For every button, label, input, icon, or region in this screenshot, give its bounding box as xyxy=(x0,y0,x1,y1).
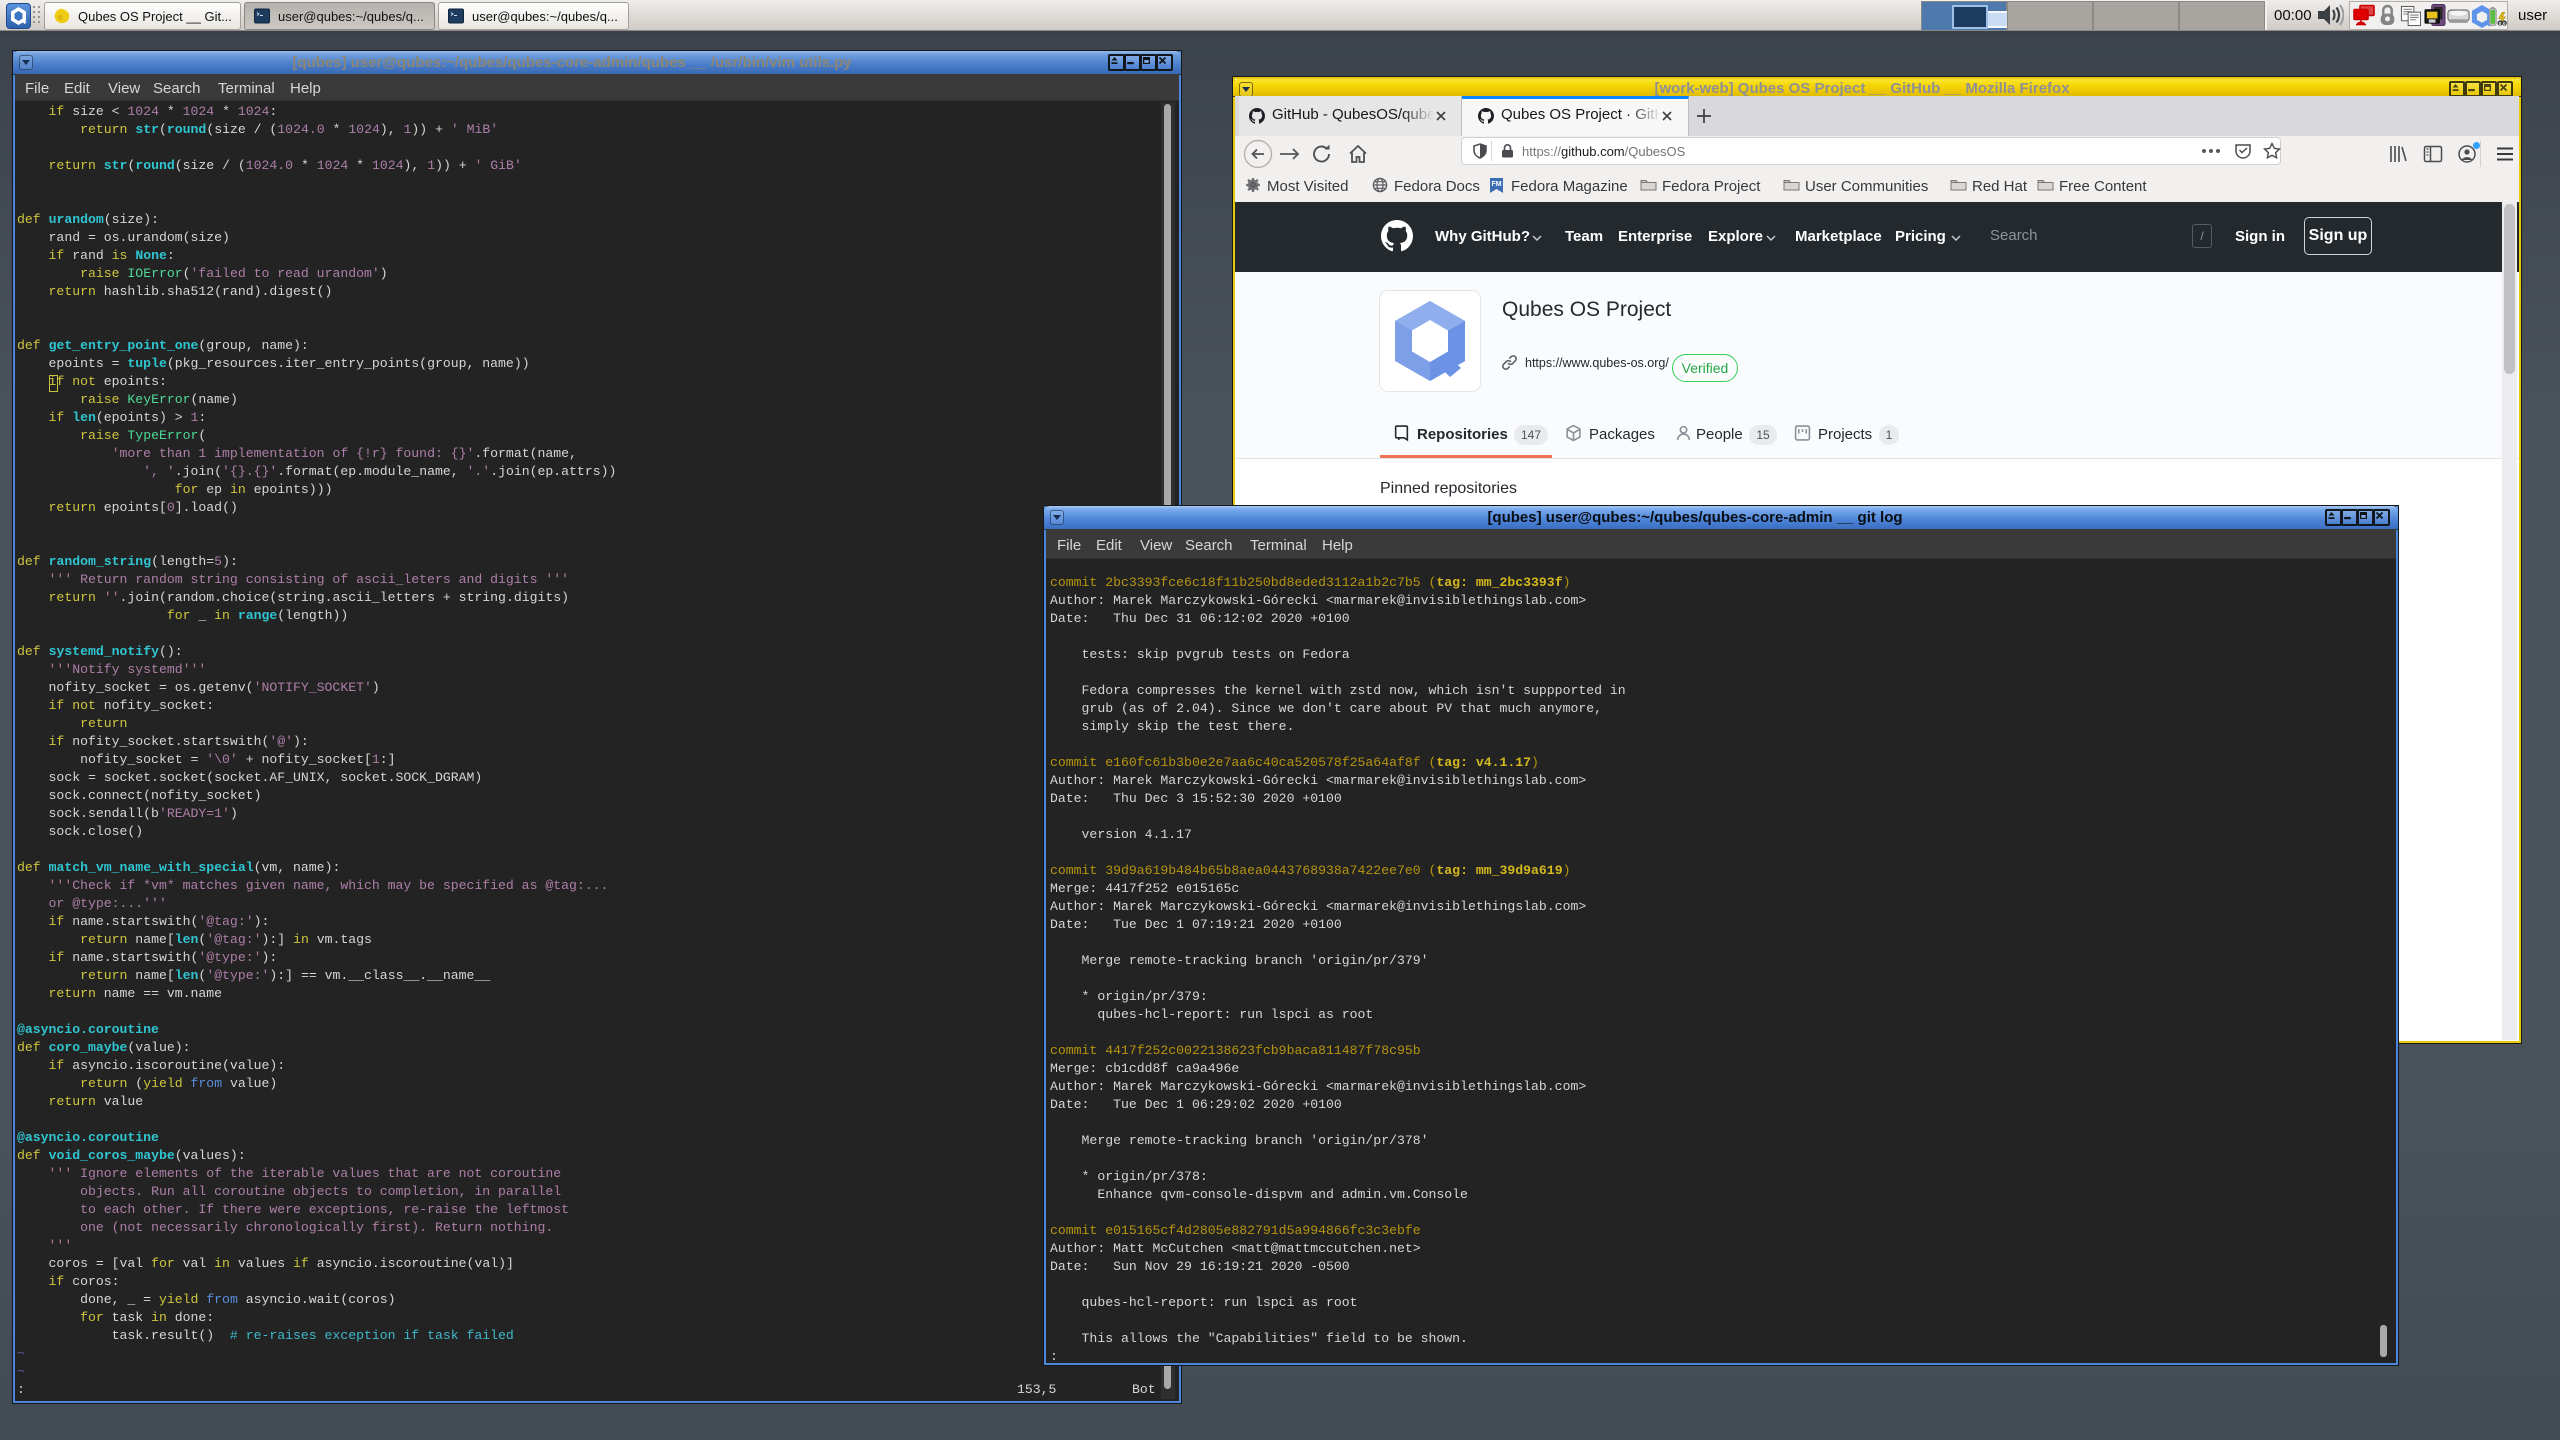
svg-text:FM: FM xyxy=(1491,181,1501,188)
svg-text:0: 0 xyxy=(2503,21,2506,26)
svg-text:0: 0 xyxy=(2499,21,2502,26)
